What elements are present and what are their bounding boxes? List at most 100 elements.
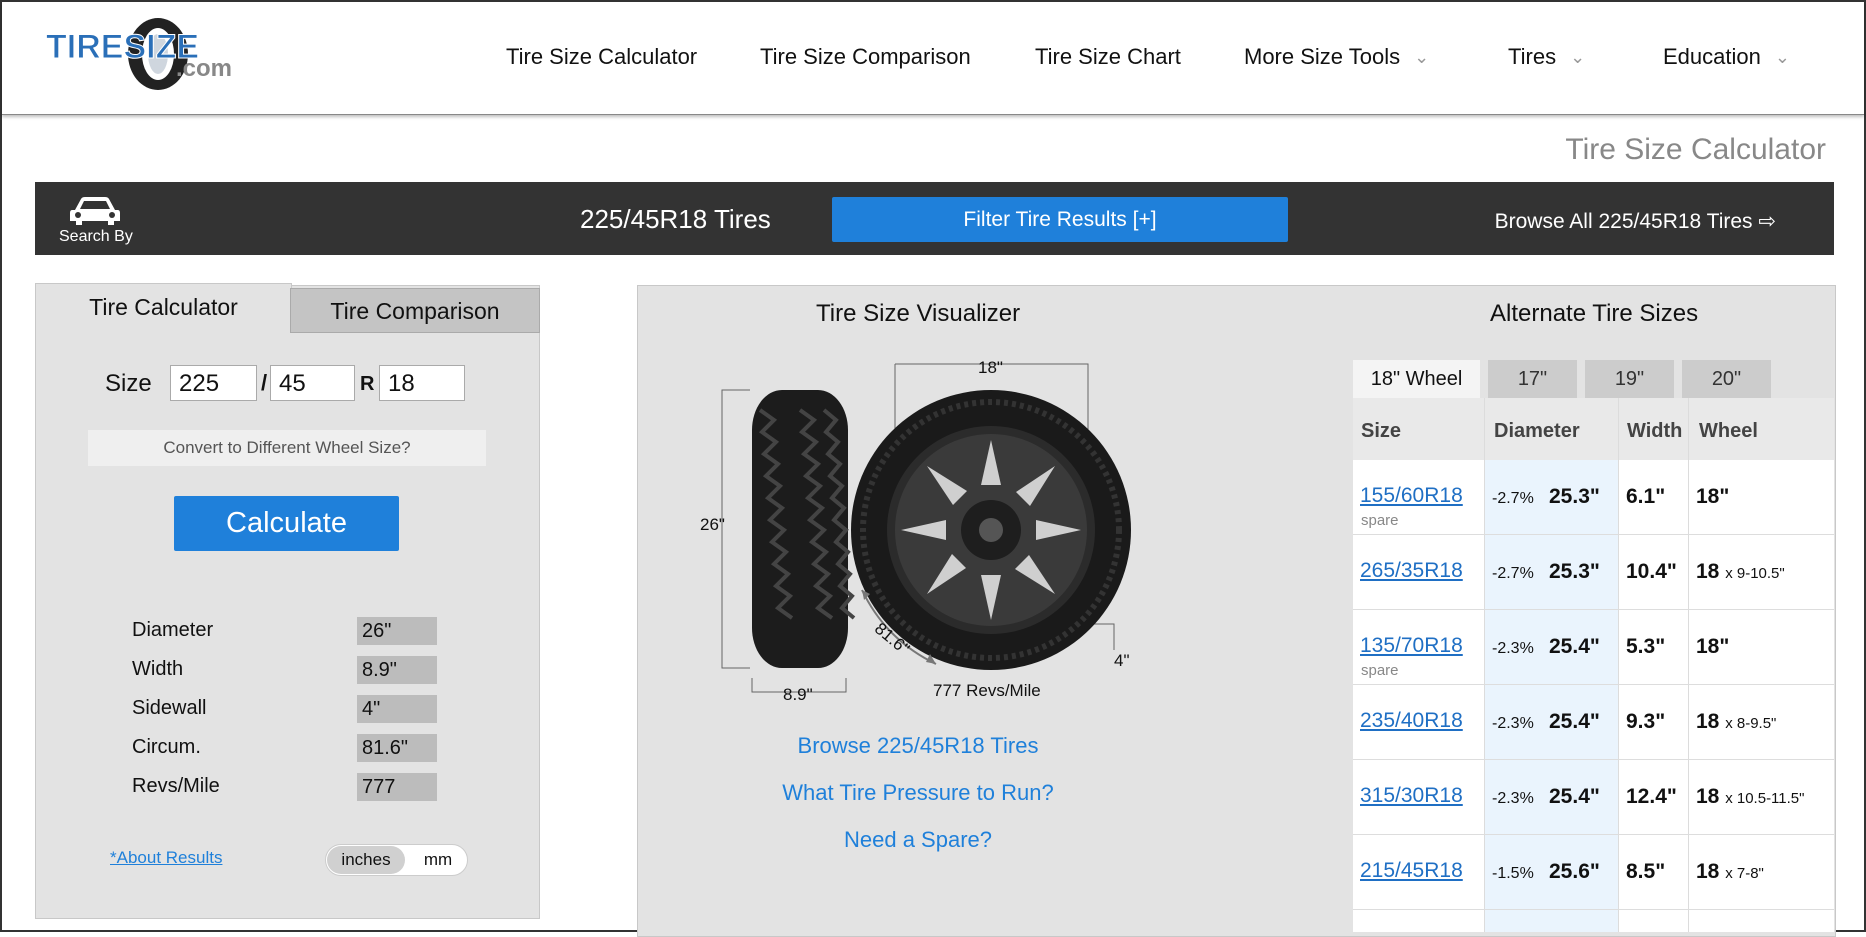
need-spare-link[interactable]: Need a Spare? bbox=[708, 827, 1128, 853]
size-label: Size bbox=[105, 370, 152, 397]
width-value: 12.4" bbox=[1626, 785, 1677, 808]
diameter-diff: -1.5% bbox=[1492, 865, 1534, 882]
diameter-value: 25.3" bbox=[1549, 560, 1600, 583]
result-label: Diameter bbox=[132, 619, 214, 641]
size-link[interactable]: 315/30R18 bbox=[1360, 784, 1463, 808]
size-link[interactable]: 135/70R18 bbox=[1360, 634, 1463, 658]
chevron-down-icon: ⌄ bbox=[1414, 47, 1430, 67]
chevron-down-icon: ⌄ bbox=[1774, 47, 1790, 67]
alternate-sizes-title: Alternate Tire Sizes bbox=[1490, 300, 1699, 327]
browse-all-link[interactable]: Browse All 225/45R18 Tires ⇨ bbox=[1495, 209, 1776, 234]
nav-education[interactable]: Education ⌄ bbox=[1663, 44, 1790, 70]
size-link[interactable]: 155/60R18 bbox=[1360, 484, 1463, 508]
diameter-diff: -2.7% bbox=[1492, 565, 1534, 582]
diameter-diff: -2.3% bbox=[1492, 715, 1534, 732]
diameter-value: 25.4" bbox=[1549, 710, 1600, 733]
wheel-value: 18" bbox=[1696, 635, 1730, 658]
diameter-value: 25.3" bbox=[1549, 485, 1600, 508]
alternate-sizes-table: Size Diameter Width Wheel 155/60R18 spar… bbox=[1353, 398, 1834, 932]
width-label: 8.9" bbox=[783, 685, 813, 704]
radial-separator: R bbox=[360, 373, 375, 395]
nav-tires[interactable]: Tires ⌄ bbox=[1508, 44, 1585, 70]
diameter-diff: -2.3% bbox=[1492, 640, 1534, 657]
tab-17-wheel[interactable]: 17" bbox=[1488, 360, 1577, 398]
diameter-value: 25.4" bbox=[1549, 635, 1600, 658]
size-link[interactable]: 235/40R18 bbox=[1360, 709, 1463, 733]
width-input[interactable]: 225 bbox=[170, 365, 257, 401]
logo-tire-icon: TIRESIZE .com bbox=[46, 18, 232, 90]
diameter-value: 25.4" bbox=[1549, 785, 1600, 808]
height-label: 26" bbox=[700, 515, 725, 534]
result-label: Width bbox=[132, 658, 184, 680]
width-value: 8.5" bbox=[1626, 860, 1666, 883]
spare-note: spare bbox=[1361, 662, 1399, 679]
table-row: 135/70R18 spare -2.3% 25.4" 5.3" 18" bbox=[1353, 610, 1834, 685]
table-row: 315/30R18 -2.3% 25.4" 12.4" 18 x 10.5-11… bbox=[1353, 760, 1834, 835]
car-icon[interactable] bbox=[69, 194, 121, 226]
wheel-value: 18" bbox=[1696, 485, 1730, 508]
nav-tire-size-calculator[interactable]: Tire Size Calculator bbox=[506, 44, 697, 70]
tab-19-wheel[interactable]: 19" bbox=[1585, 360, 1674, 398]
width-value: 9.3" bbox=[1626, 710, 1666, 733]
wheel-value: 18 x 7-8" bbox=[1696, 860, 1764, 883]
wheel-value: 18 x 9-10.5" bbox=[1696, 560, 1785, 583]
size-link[interactable]: 215/45R18 bbox=[1360, 859, 1463, 883]
search-bar: Search By 225/45R18 Tires Filter Tire Re… bbox=[35, 182, 1834, 255]
width-value: 6.1" bbox=[1626, 485, 1666, 508]
table-header: Size Diameter Width Wheel bbox=[1353, 398, 1834, 460]
result-value: 4" bbox=[357, 695, 437, 723]
size-link[interactable]: 265/35R18 bbox=[1360, 559, 1463, 583]
chevron-down-icon: ⌄ bbox=[1570, 47, 1586, 67]
convert-wheel-size-button[interactable]: Convert to Different Wheel Size? bbox=[88, 430, 486, 466]
browse-tires-link[interactable]: Browse 225/45R18 Tires bbox=[708, 733, 1128, 759]
search-by-label[interactable]: Search By bbox=[59, 228, 133, 246]
nav-tire-size-comparison[interactable]: Tire Size Comparison bbox=[760, 44, 971, 70]
svg-text:.com: .com bbox=[176, 55, 232, 82]
table-row: 155/60R18 spare -2.7% 25.3" 6.1" 18" bbox=[1353, 460, 1834, 535]
unit-inches-option[interactable]: inches bbox=[327, 846, 405, 874]
header-size: Size bbox=[1361, 420, 1402, 442]
wheel-value: 18 x 8-9.5" bbox=[1696, 710, 1777, 733]
about-results-link[interactable]: *About Results bbox=[110, 848, 222, 868]
unit-toggle[interactable]: inches mm bbox=[325, 844, 468, 876]
site-header: TIRESIZE .com Tire Size Calculator Tire … bbox=[2, 2, 1864, 115]
nav-tire-size-chart[interactable]: Tire Size Chart bbox=[1035, 44, 1181, 70]
result-label: Sidewall bbox=[132, 697, 207, 719]
spare-note: spare bbox=[1361, 512, 1399, 529]
size-separator: / bbox=[261, 370, 268, 395]
result-value: 8.9" bbox=[357, 656, 437, 684]
result-value: 777 bbox=[357, 773, 437, 801]
wheel-value: 18 x 10.5-11.5" bbox=[1696, 785, 1805, 808]
header-diameter: Diameter bbox=[1494, 420, 1580, 442]
visualizer-title: Tire Size Visualizer bbox=[816, 300, 1021, 327]
table-row: 265/35R18 -2.7% 25.3" 10.4" 18 x 9-10.5" bbox=[1353, 535, 1834, 610]
revs-label: 777 Revs/Mile bbox=[933, 681, 1041, 700]
diameter-diff: -2.3% bbox=[1492, 790, 1534, 807]
result-label: Circum. bbox=[132, 736, 201, 758]
tire-visualizer-graphic: 26" 8.9" 18" 4" 777 Revs/Mile 81.6" bbox=[700, 358, 1131, 704]
sidewall-label: 4" bbox=[1114, 651, 1130, 670]
tire-pressure-link[interactable]: What Tire Pressure to Run? bbox=[708, 780, 1128, 806]
width-value: 10.4" bbox=[1626, 560, 1677, 583]
table-row: 235/40R18 -2.3% 25.4" 9.3" 18 x 8-9.5" bbox=[1353, 685, 1834, 760]
calculate-button[interactable]: Calculate bbox=[174, 496, 399, 551]
tab-tire-comparison[interactable]: Tire Comparison bbox=[290, 288, 540, 333]
tire-size-heading: 225/45R18 Tires bbox=[580, 204, 771, 234]
nav-more-size-tools[interactable]: More Size Tools ⌄ bbox=[1244, 44, 1429, 70]
tab-20-wheel[interactable]: 20" bbox=[1682, 360, 1771, 398]
header-width: Width bbox=[1627, 420, 1683, 442]
rim-input[interactable]: 18 bbox=[379, 365, 465, 401]
tiresize-logo[interactable]: TIRESIZE .com bbox=[46, 16, 266, 92]
result-value: 81.6" bbox=[357, 734, 437, 762]
tab-tire-calculator[interactable]: Tire Calculator bbox=[35, 283, 292, 332]
diameter-diff: -2.7% bbox=[1492, 490, 1534, 507]
result-value: 26" bbox=[357, 617, 437, 645]
aspect-input[interactable]: 45 bbox=[270, 365, 355, 401]
page-title: Tire Size Calculator bbox=[1565, 133, 1826, 166]
unit-mm-option[interactable]: mm bbox=[414, 845, 462, 875]
result-label: Revs/Mile bbox=[132, 775, 220, 797]
tab-18-wheel[interactable]: 18" Wheel bbox=[1353, 360, 1480, 400]
rim-label: 18" bbox=[978, 358, 1003, 377]
filter-results-button[interactable]: Filter Tire Results [+] bbox=[832, 197, 1288, 242]
width-value: 5.3" bbox=[1626, 635, 1666, 658]
